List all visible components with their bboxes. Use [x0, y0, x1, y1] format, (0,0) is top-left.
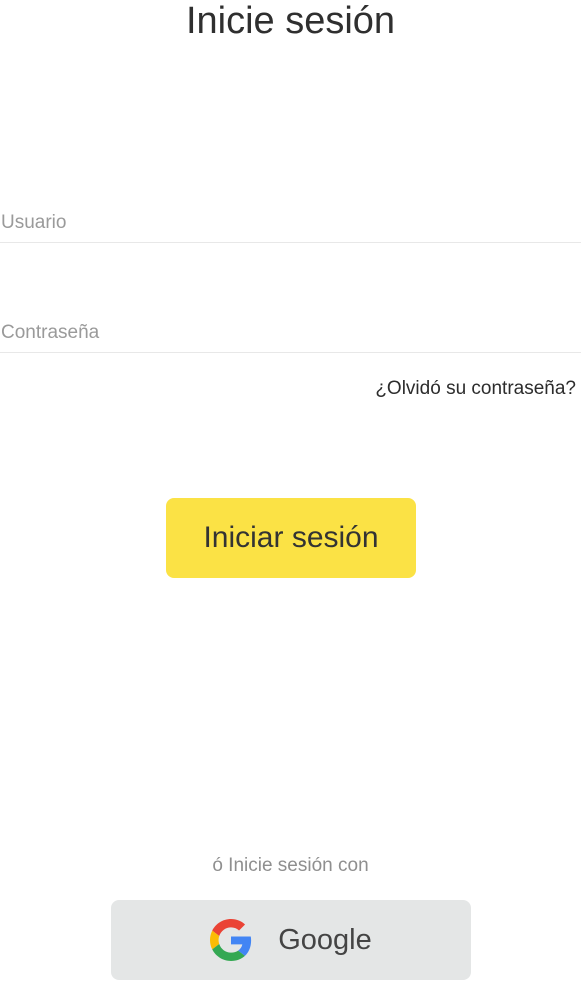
username-input[interactable]	[0, 203, 581, 243]
login-button[interactable]: Iniciar sesión	[166, 498, 416, 578]
google-g-icon	[210, 919, 252, 961]
login-button-label: Iniciar sesión	[203, 521, 379, 554]
password-input[interactable]	[0, 313, 581, 353]
social-login-divider-text: ó Inicie sesión con	[212, 855, 369, 876]
page-title: Inicie sesión	[185, 0, 396, 42]
google-login-label: Google	[278, 923, 372, 956]
google-login-button[interactable]: Google	[111, 900, 471, 980]
forgot-password-link[interactable]: ¿Olvidó su contraseña?	[375, 378, 576, 400]
